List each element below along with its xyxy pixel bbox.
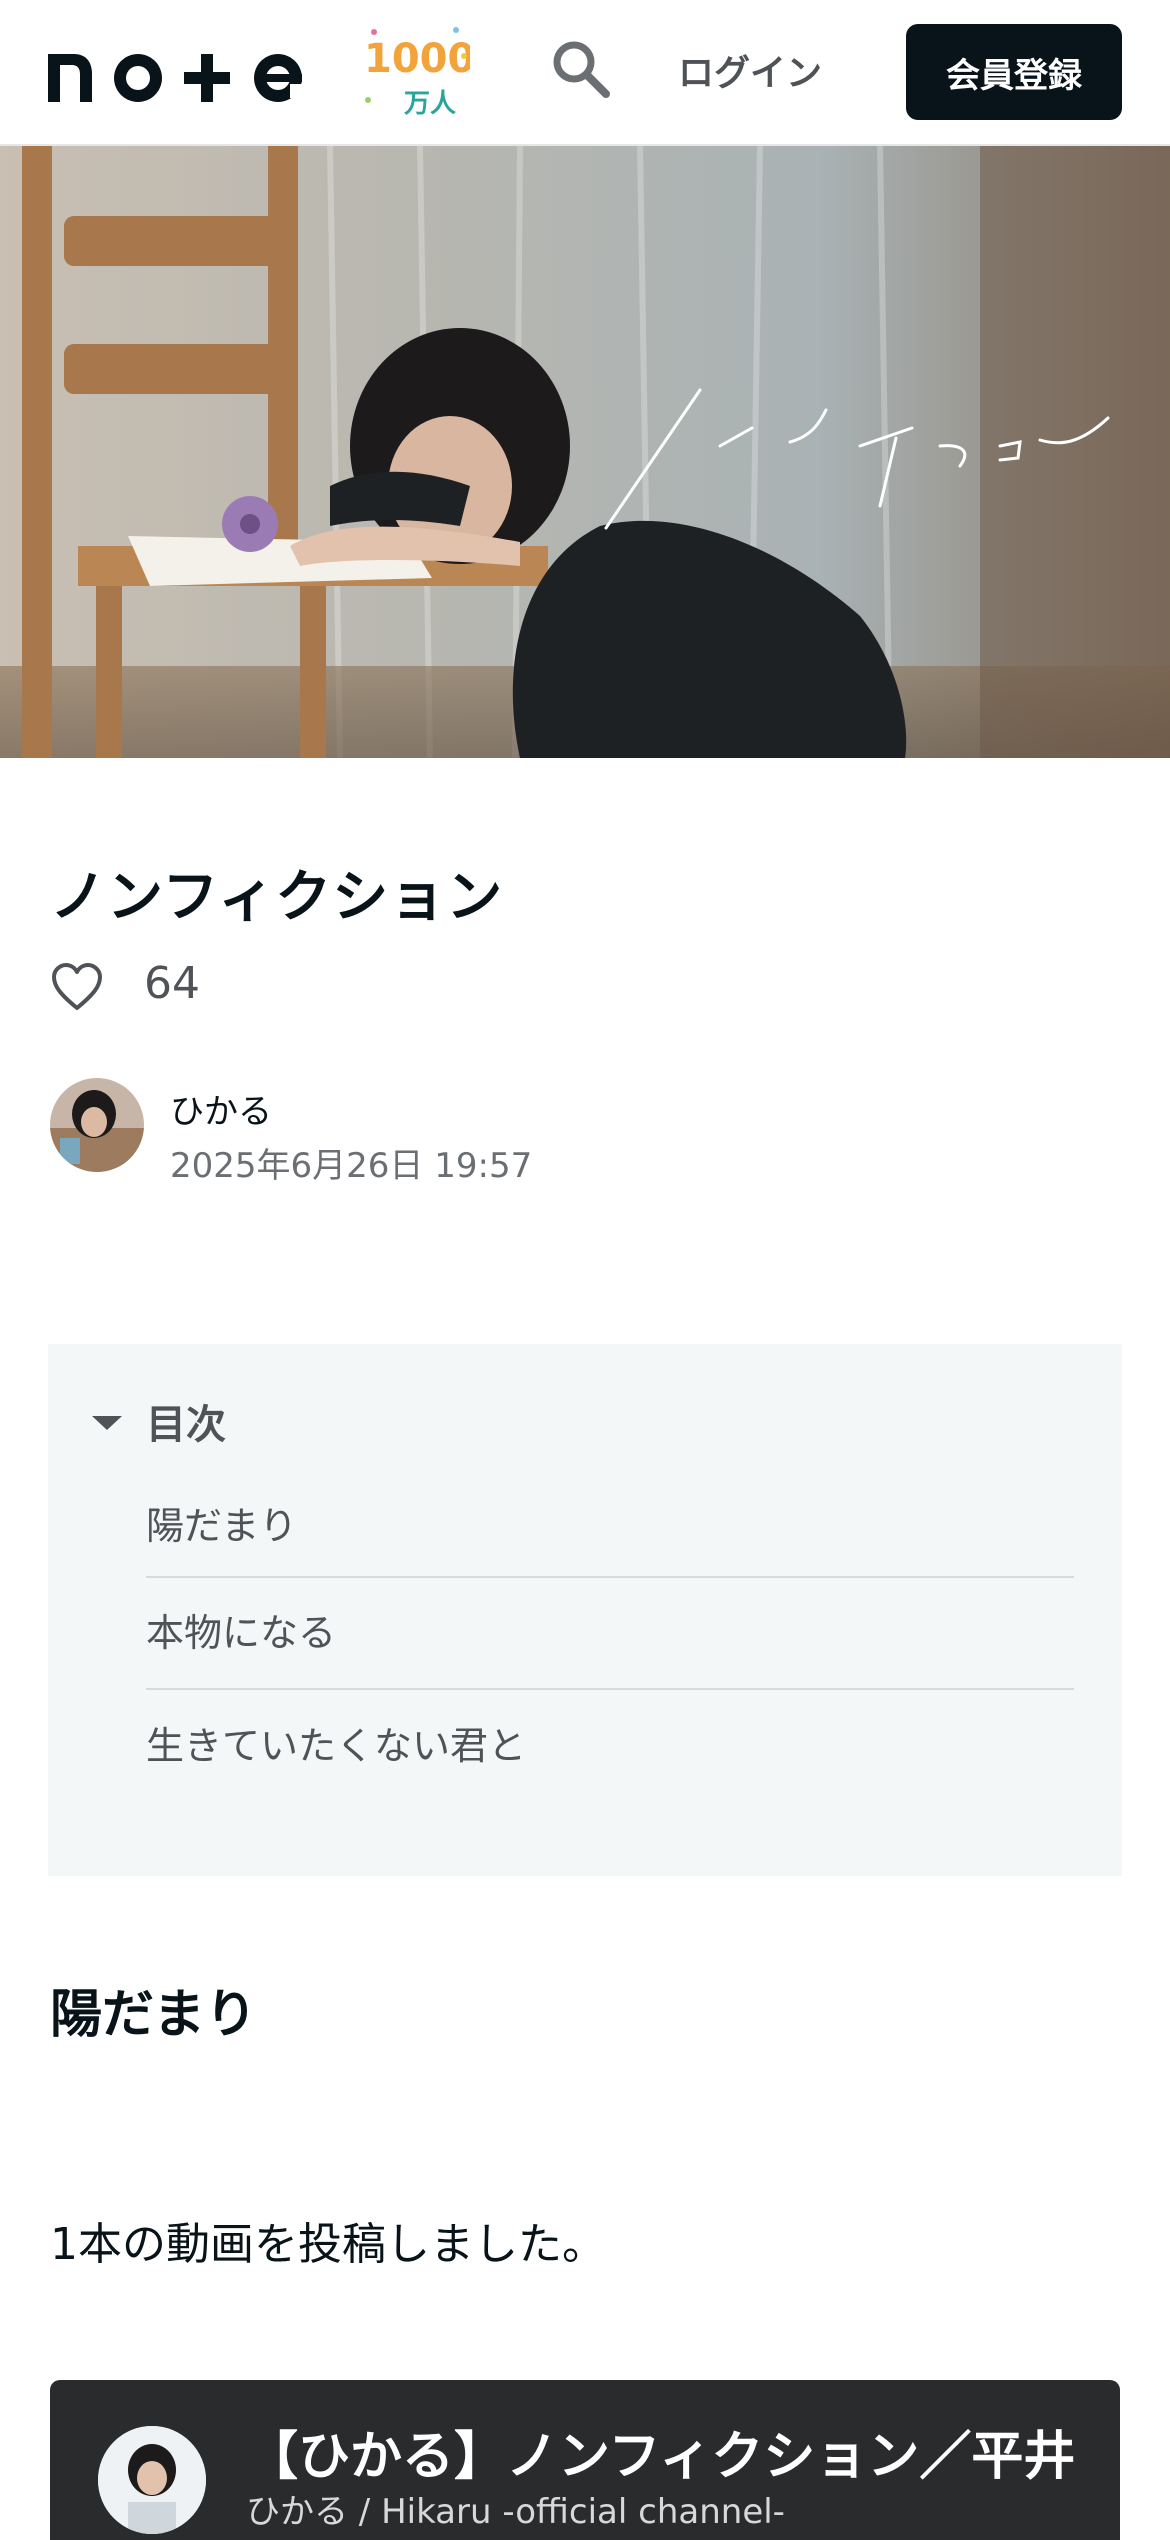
- heart-icon[interactable]: [50, 962, 104, 1012]
- signup-button[interactable]: 会員登録: [906, 24, 1122, 120]
- article-title: ノンフィクション: [50, 865, 504, 930]
- toc-item[interactable]: 本物になる: [146, 1578, 1074, 1690]
- table-of-contents: 目次 陽だまり 本物になる 生きていたくない君と: [48, 1344, 1122, 1876]
- search-icon[interactable]: [548, 36, 614, 102]
- author-name[interactable]: ひかる: [170, 1084, 272, 1133]
- author-avatar[interactable]: [50, 1078, 144, 1172]
- svg-text:1000: 1000: [364, 36, 470, 82]
- site-header: 1000 万人 ログイン 会員登録: [0, 0, 1170, 146]
- toc-item[interactable]: 生きていたくない君と: [146, 1690, 1074, 1802]
- hero-image: [0, 146, 1170, 758]
- publish-date: 2025年6月26日 19:57: [170, 1146, 533, 1186]
- video-embed[interactable]: 【ひかる】ノンフィクション／平井 ひかる / Hikaru -official …: [50, 2380, 1120, 2540]
- video-title[interactable]: 【ひかる】ノンフィクション／平井: [246, 2414, 1075, 2489]
- toc-item[interactable]: 陽だまり: [146, 1476, 1074, 1578]
- like-count: 64: [144, 958, 200, 1009]
- note-logo[interactable]: [46, 32, 346, 108]
- toc-heading[interactable]: 目次: [146, 1392, 226, 1450]
- video-channel[interactable]: ひかる / Hikaru -official channel-: [246, 2484, 785, 2533]
- svg-text:万人: 万人: [404, 89, 456, 118]
- section-heading: 陽だまり: [50, 1985, 257, 2045]
- body-paragraph: 1本の動画を投稿しました。: [50, 2219, 606, 2270]
- 1000-million-badge: 1000 万人: [360, 22, 475, 119]
- toc-list: 陽だまり 本物になる 生きていたくない君と: [146, 1476, 1074, 1802]
- caret-down-icon[interactable]: [92, 1416, 122, 1430]
- channel-avatar[interactable]: [98, 2426, 206, 2534]
- login-link[interactable]: ログイン: [678, 44, 822, 96]
